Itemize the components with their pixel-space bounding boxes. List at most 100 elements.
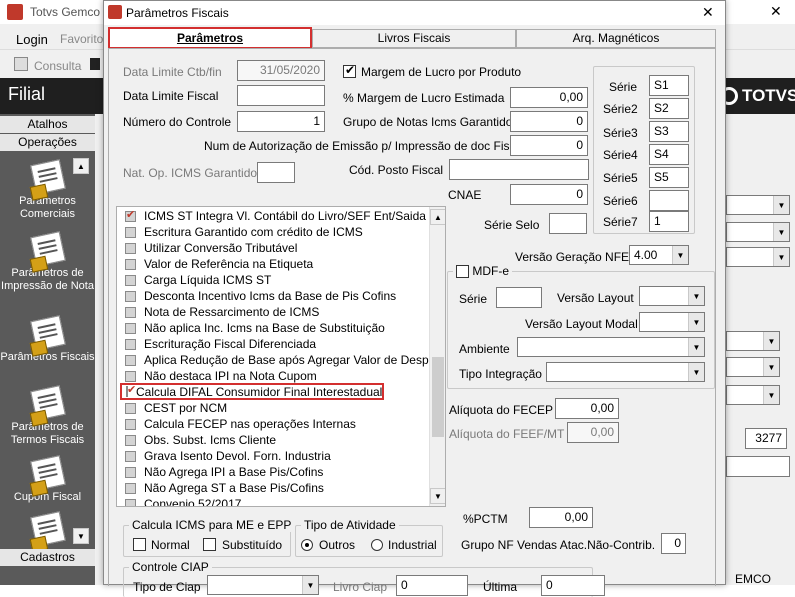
series-field-5[interactable]: S5 <box>649 167 689 188</box>
option-item[interactable]: Aplica Redução de Base após Agregar Valo… <box>125 352 445 368</box>
grupo-nf-field[interactable]: 0 <box>661 533 686 554</box>
option-item-highlighted[interactable]: Calcula DIFAL Consumidor Final Interesta… <box>120 383 384 400</box>
pctm-field[interactable]: 0,00 <box>529 507 593 528</box>
grupo-notas-value: 0 <box>576 114 583 128</box>
series-field-6[interactable] <box>649 190 689 211</box>
aliquota-fecep-field[interactable]: 0,00 <box>555 398 619 419</box>
normal-checkbox[interactable] <box>133 537 146 552</box>
dialog-close-icon[interactable]: ✕ <box>702 4 714 21</box>
mdfe-tipo-integracao-dropdown[interactable]: ▼ <box>546 362 705 382</box>
mdfe-ambiente-dropdown[interactable]: ▼ <box>517 337 705 357</box>
options-checklist: ICMS ST Integra Vl. Contábil do Livro/SE… <box>116 206 446 507</box>
checkbox-icon <box>125 274 136 286</box>
option-item[interactable]: Valor de Referência na Etiqueta <box>125 256 313 272</box>
outros-radio[interactable] <box>301 537 313 551</box>
series-field-4[interactable]: S4 <box>649 144 689 165</box>
option-item[interactable]: Não destaca IPI na Nota Cupom <box>125 368 317 384</box>
dialog-title: Parâmetros Fiscais <box>126 6 229 20</box>
scroll-thumb[interactable] <box>432 357 444 437</box>
bg-dropdown-6[interactable]: ▼ <box>726 385 780 405</box>
ultima-value: 0 <box>546 578 553 592</box>
option-item[interactable]: Calcula FECEP nas operações Internas <box>125 416 356 432</box>
num-autorizacao-field[interactable]: 0 <box>510 135 588 156</box>
menu-favorites[interactable]: Favorito <box>60 32 103 46</box>
option-label: Calcula DIFAL Consumidor Final Interesta… <box>136 384 383 399</box>
option-item[interactable]: CEST por NCM <box>125 400 227 416</box>
checkbox-icon <box>125 354 136 366</box>
industrial-radio[interactable] <box>371 537 383 551</box>
scroll-down-icon[interactable]: ▼ <box>430 488 445 504</box>
menu-login[interactable]: Login <box>16 32 48 47</box>
option-item[interactable]: Nota de Ressarcimento de ICMS <box>125 304 319 320</box>
versao-nfe-value: 4.00 <box>634 248 658 262</box>
serie-selo-field[interactable] <box>549 213 587 234</box>
tipo-ciap-dropdown[interactable]: ▼ <box>207 575 319 595</box>
scroll-up-icon[interactable]: ▲ <box>430 209 445 225</box>
bg-field-empty[interactable] <box>726 456 790 477</box>
option-item[interactable]: Escritura Garantido com crédito de ICMS <box>125 224 363 240</box>
sidebar-item-cupom-fiscal[interactable]: Cupom Fiscal <box>0 455 95 504</box>
sidebar-atalhos[interactable]: Atalhos <box>0 116 95 133</box>
option-item[interactable]: Obs. Subst. Icms Cliente <box>125 432 276 448</box>
livro-ciap-field[interactable]: 0 <box>396 575 468 596</box>
document-pencil-icon <box>29 385 66 421</box>
option-item[interactable]: Não aplica Inc. Icms na Base de Substitu… <box>125 320 385 336</box>
main-close-icon[interactable]: ✕ <box>770 3 782 20</box>
substituido-checkbox[interactable] <box>203 537 216 552</box>
pctm-label: %PCTM <box>463 512 508 526</box>
margem-lucro-estimada-field[interactable]: 0,00 <box>510 87 588 108</box>
option-item[interactable]: Utilizar Conversão Tributável <box>125 240 297 256</box>
cnae-field[interactable]: 0 <box>510 184 588 205</box>
checklist-scrollbar[interactable]: ▲ ▼ <box>429 207 445 506</box>
mdfe-serie-field[interactable] <box>496 287 542 308</box>
versao-nfe-label: Versão Geração NFE <box>515 250 630 264</box>
mdfe-legend[interactable]: MDF-e <box>453 264 513 279</box>
option-item[interactable]: Escrituração Fiscal Diferenciada <box>125 336 316 352</box>
versao-nfe-dropdown[interactable]: 4.00 ▼ <box>629 245 689 265</box>
mdfe-versao-layout-dropdown[interactable]: ▼ <box>639 286 705 306</box>
data-limite-ctb-field[interactable]: 31/05/2020 <box>237 60 325 81</box>
sidebar-cadastros[interactable]: Cadastros <box>0 549 95 566</box>
aliquota-feef-field[interactable]: 0,00 <box>567 422 619 443</box>
option-label: Obs. Subst. Icms Cliente <box>144 433 277 447</box>
save-icon[interactable] <box>90 58 100 70</box>
series-field-1[interactable]: S1 <box>649 75 689 96</box>
bg-dropdown-2[interactable]: ▼ <box>726 222 790 242</box>
option-item[interactable]: Desconta Incentivo Icms da Base de Pis C… <box>125 288 396 304</box>
sidebar-item-termos-fiscais[interactable]: Parâmetros de Termos Fiscais <box>0 385 95 447</box>
series-value-3: S3 <box>654 124 669 138</box>
sidebar-scroll-down-icon[interactable]: ▼ <box>73 528 89 544</box>
cod-posto-field[interactable] <box>449 159 589 180</box>
option-item[interactable]: Grava Isento Devol. Forn. Industria <box>125 448 331 464</box>
toolbar-consulta[interactable]: Consulta <box>34 59 81 73</box>
option-item[interactable]: ICMS ST Integra Vl. Contábil do Livro/SE… <box>125 208 426 224</box>
sidebar-operacoes[interactable]: Operações <box>0 134 95 151</box>
ultima-field[interactable]: 0 <box>541 575 605 596</box>
sidebar-item-parametros-fiscais[interactable]: Parâmetros Fiscais <box>0 315 95 364</box>
bg-dropdown-1[interactable]: ▼ <box>726 195 790 215</box>
bg-dropdown-3[interactable]: ▼ <box>726 247 790 267</box>
grupo-notas-field[interactable]: 0 <box>510 111 588 132</box>
margem-lucro-produto-checkbox[interactable] <box>343 63 356 79</box>
nat-op-field[interactable] <box>257 162 295 183</box>
tab-parametros[interactable]: Parâmetros <box>108 27 312 49</box>
numero-controle-field[interactable]: 1 <box>237 111 325 132</box>
series-field-7[interactable]: 1 <box>649 211 689 232</box>
option-item[interactable]: Não Agrega IPI a Base Pis/Cofins <box>125 464 323 480</box>
bg-field-3277[interactable]: 3277 <box>745 428 787 449</box>
series-field-3[interactable]: S3 <box>649 121 689 142</box>
option-label: Escrituração Fiscal Diferenciada <box>144 337 317 351</box>
sidebar-item-parametros-impressao[interactable]: Parâmetros de Impressão de Nota <box>0 231 95 293</box>
option-item[interactable]: Não Agrega ST a Base Pis/Cofins <box>125 480 324 496</box>
checkbox-icon <box>125 402 136 414</box>
tab-livros-fiscais[interactable]: Livros Fiscais <box>312 29 516 48</box>
series-field-2[interactable]: S2 <box>649 98 689 119</box>
bg-dropdown-5[interactable]: ▼ <box>726 357 780 377</box>
tab-arq-magneticos[interactable]: Arq. Magnéticos <box>516 29 716 48</box>
data-limite-fiscal-field[interactable] <box>237 85 325 106</box>
option-item[interactable]: Convenio 52/2017 <box>125 496 241 506</box>
bg-dropdown-4[interactable]: ▼ <box>726 331 780 351</box>
option-item[interactable]: Carga Líquida ICMS ST <box>125 272 271 288</box>
mdfe-versao-layout-modal-dropdown[interactable]: ▼ <box>639 312 705 332</box>
sidebar-scroll-up-icon[interactable]: ▲ <box>73 158 89 174</box>
